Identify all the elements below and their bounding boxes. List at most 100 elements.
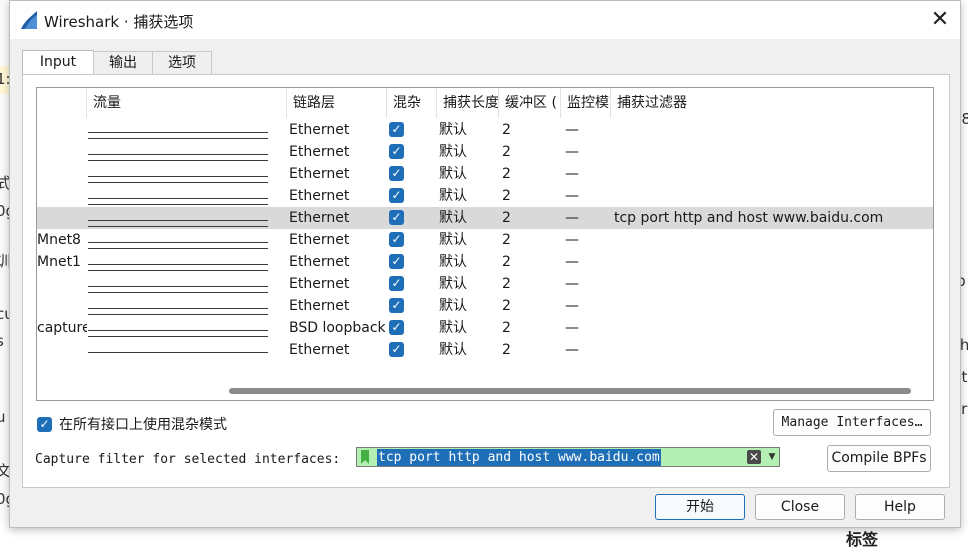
tab-options[interactable]: 选项 xyxy=(152,51,212,74)
promiscuous-cell[interactable]: ✓ xyxy=(389,229,429,251)
monitor-mode-cell[interactable]: — xyxy=(565,141,605,163)
snaplen-cell[interactable]: 默认 xyxy=(439,317,499,339)
monitor-mode-cell[interactable]: — xyxy=(565,317,605,339)
chevron-down-icon[interactable]: ▼ xyxy=(767,449,777,465)
checkbox-checked-icon[interactable]: ✓ xyxy=(389,122,404,137)
table-row[interactable]: Ethernet ✓ 默认 2 — xyxy=(37,163,933,185)
column-header-monitor[interactable]: 监控模式 xyxy=(561,88,611,118)
buffer-cell[interactable]: 2 xyxy=(502,163,557,185)
promiscuous-cell[interactable]: ✓ xyxy=(389,163,429,185)
monitor-mode-cell[interactable]: — xyxy=(565,229,605,251)
link-layer-cell[interactable]: Ethernet xyxy=(289,207,389,229)
table-row[interactable]: Mnet1 Ethernet ✓ 默认 2 — xyxy=(37,251,933,273)
column-header-traffic[interactable]: 流量 xyxy=(87,88,287,118)
link-layer-cell[interactable]: Ethernet xyxy=(289,163,389,185)
capture-filter-cell[interactable] xyxy=(614,339,924,361)
close-window-button[interactable]: ✕ xyxy=(922,4,958,36)
monitor-mode-cell[interactable]: — xyxy=(565,163,605,185)
promiscuous-cell[interactable]: ✓ xyxy=(389,339,429,361)
column-header-promiscuous[interactable]: 混杂 xyxy=(387,88,437,118)
capture-filter-value[interactable]: tcp port http and host www.baidu.com xyxy=(377,449,661,466)
buffer-cell[interactable]: 2 xyxy=(502,295,557,317)
monitor-mode-cell[interactable]: — xyxy=(565,207,605,229)
capture-filter-cell[interactable] xyxy=(614,229,924,251)
close-button[interactable]: Close xyxy=(755,494,845,520)
promiscuous-cell[interactable]: ✓ xyxy=(389,251,429,273)
table-row[interactable]: Ethernet ✓ 默认 2 — xyxy=(37,141,933,163)
table-row[interactable]: Mnet8 Ethernet ✓ 默认 2 — xyxy=(37,229,933,251)
buffer-cell[interactable]: 2 xyxy=(502,185,557,207)
monitor-mode-cell[interactable]: — xyxy=(565,273,605,295)
column-header-snaplen[interactable]: 捕获长度 xyxy=(437,88,499,118)
link-layer-cell[interactable]: Ethernet xyxy=(289,251,389,273)
capture-filter-cell[interactable] xyxy=(614,295,924,317)
column-header-capture-filter[interactable]: 捕获过滤器 xyxy=(611,88,933,118)
table-row[interactable]: Ethernet ✓ 默认 2 — xyxy=(37,273,933,295)
buffer-cell[interactable]: 2 xyxy=(502,339,557,361)
promiscuous-cell[interactable]: ✓ xyxy=(389,207,429,229)
buffer-cell[interactable]: 2 xyxy=(502,119,557,141)
promiscuous-cell[interactable]: ✓ xyxy=(389,273,429,295)
buffer-cell[interactable]: 2 xyxy=(502,141,557,163)
capture-filter-cell[interactable] xyxy=(614,119,924,141)
promiscuous-cell[interactable]: ✓ xyxy=(389,317,429,339)
buffer-cell[interactable]: 2 xyxy=(502,251,557,273)
checkbox-checked-icon[interactable]: ✓ xyxy=(389,166,404,181)
monitor-mode-cell[interactable]: — xyxy=(565,185,605,207)
column-header-link-layer[interactable]: 链路层 xyxy=(287,88,387,118)
table-row[interactable]: Ethernet ✓ 默认 2 — xyxy=(37,119,933,141)
link-layer-cell[interactable]: BSD loopback xyxy=(289,317,389,339)
clear-icon[interactable]: ✕ xyxy=(747,450,761,464)
snaplen-cell[interactable]: 默认 xyxy=(439,185,499,207)
checkbox-checked-icon[interactable]: ✓ xyxy=(389,320,404,335)
start-button[interactable]: 开始 xyxy=(655,494,745,520)
capture-filter-cell[interactable] xyxy=(614,141,924,163)
snaplen-cell[interactable]: 默认 xyxy=(439,273,499,295)
link-layer-cell[interactable]: Ethernet xyxy=(289,273,389,295)
snaplen-cell[interactable]: 默认 xyxy=(439,295,499,317)
buffer-cell[interactable]: 2 xyxy=(502,229,557,251)
compile-bpfs-button[interactable]: Compile BPFs xyxy=(827,445,931,472)
checkbox-checked-icon[interactable]: ✓ xyxy=(389,144,404,159)
snaplen-cell[interactable]: 默认 xyxy=(439,229,499,251)
manage-interfaces-button[interactable]: Manage Interfaces… xyxy=(773,409,931,436)
checkbox-checked-icon[interactable]: ✓ xyxy=(389,298,404,313)
link-layer-cell[interactable]: Ethernet xyxy=(289,229,389,251)
checkbox-checked-icon[interactable]: ✓ xyxy=(389,188,404,203)
monitor-mode-cell[interactable]: — xyxy=(565,339,605,361)
capture-filter-cell[interactable]: tcp port http and host www.baidu.com xyxy=(614,207,924,229)
promiscuous-cell[interactable]: ✓ xyxy=(389,119,429,141)
horizontal-scrollbar-thumb[interactable] xyxy=(229,388,911,394)
table-row[interactable]: Ethernet ✓ 默认 2 — xyxy=(37,185,933,207)
capture-filter-cell[interactable] xyxy=(614,273,924,295)
table-row[interactable]: Ethernet ✓ 默认 2 — xyxy=(37,339,933,361)
buffer-cell[interactable]: 2 xyxy=(502,273,557,295)
buffer-cell[interactable]: 2 xyxy=(502,207,557,229)
link-layer-cell[interactable]: Ethernet xyxy=(289,339,389,361)
checkbox-checked-icon[interactable]: ✓ xyxy=(389,276,404,291)
checkbox-checked-icon[interactable]: ✓ xyxy=(389,254,404,269)
tab-output[interactable]: 输出 xyxy=(93,51,153,74)
monitor-mode-cell[interactable]: — xyxy=(565,119,605,141)
column-header-buffer[interactable]: 缓冲区 ( xyxy=(499,88,561,118)
snaplen-cell[interactable]: 默认 xyxy=(439,339,499,361)
capture-filter-input[interactable]: tcp port http and host www.baidu.com ✕ ▼ xyxy=(356,447,780,467)
table-row[interactable]: Ethernet ✓ 默认 2 — xyxy=(37,295,933,317)
snaplen-cell[interactable]: 默认 xyxy=(439,207,499,229)
capture-filter-cell[interactable] xyxy=(614,185,924,207)
checkbox-checked-icon[interactable]: ✓ xyxy=(389,232,404,247)
table-row[interactable]: Ethernet ✓ 默认 2 — tcp port http and host www.… xyxy=(37,207,933,229)
promiscuous-cell[interactable]: ✓ xyxy=(389,295,429,317)
tab-input[interactable]: Input xyxy=(22,50,94,75)
monitor-mode-cell[interactable]: — xyxy=(565,251,605,273)
capture-filter-cell[interactable] xyxy=(614,317,924,339)
table-row[interactable]: capture BSD loopback ✓ 默认 2 — xyxy=(37,317,933,339)
help-button[interactable]: Help xyxy=(855,494,945,520)
capture-filter-cell[interactable] xyxy=(614,163,924,185)
interface-table[interactable]: 流量 链路层 混杂 捕获长度 缓冲区 ( 监控模式 捕获过滤器 Ethernet… xyxy=(36,87,934,401)
checkbox-checked-icon[interactable]: ✓ xyxy=(389,210,404,225)
monitor-mode-cell[interactable]: — xyxy=(565,295,605,317)
column-header-interface[interactable] xyxy=(37,88,87,118)
promiscuous-cell[interactable]: ✓ xyxy=(389,185,429,207)
snaplen-cell[interactable]: 默认 xyxy=(439,163,499,185)
